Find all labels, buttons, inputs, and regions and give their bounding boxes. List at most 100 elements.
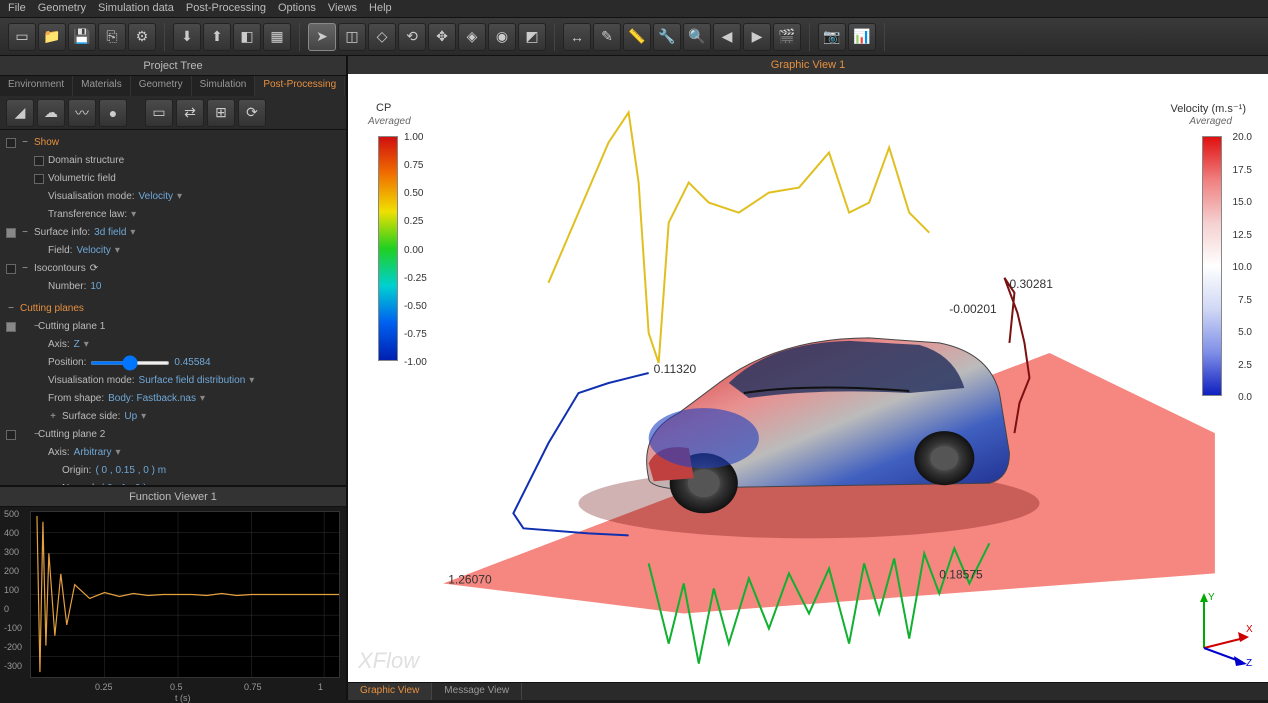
svg-text:Z: Z — [1246, 658, 1252, 668]
views-icon[interactable]: ▦ — [263, 23, 291, 51]
open-icon[interactable]: 📁 — [38, 23, 66, 51]
fv-plot[interactable] — [30, 511, 340, 678]
ann3: 0.11320 — [654, 362, 697, 376]
gv-header: Graphic View 1 — [348, 56, 1268, 74]
new-icon[interactable]: ▭ — [8, 23, 36, 51]
tool5-icon[interactable]: ▭ — [145, 99, 173, 127]
ann1: 0.30281 — [1009, 277, 1053, 291]
vismode2-val[interactable]: Surface field distribution — [139, 373, 246, 389]
menu-views[interactable]: Views — [328, 2, 357, 15]
cbl-tick: 1.00 — [404, 132, 423, 143]
tab-geometry[interactable]: Geometry — [131, 76, 192, 96]
rotate-icon[interactable]: ⟲ — [398, 23, 426, 51]
tab-simulation[interactable]: Simulation — [192, 76, 256, 96]
tree-cutplanes[interactable]: Cutting planes — [20, 301, 84, 317]
import-icon[interactable]: ⬇ — [173, 23, 201, 51]
refresh-icon[interactable]: ⟳ — [238, 99, 266, 127]
menu-geometry[interactable]: Geometry — [38, 2, 86, 15]
graphic-view-panel: Graphic View 1 — [348, 56, 1268, 700]
cbl-tick: -0.25 — [404, 273, 427, 284]
menubar: File Geometry Simulation data Post-Proce… — [0, 0, 1268, 18]
scene-svg: 0.30281 -0.00201 0.11320 0.18575 1.26070 — [348, 74, 1268, 682]
iso-icon[interactable]: ◈ — [458, 23, 486, 51]
ann2: -0.00201 — [949, 302, 997, 316]
axis-triad: Y X Z — [1184, 588, 1254, 668]
tool4-icon[interactable]: ● — [99, 99, 127, 127]
surfinfo-val[interactable]: 3d field — [94, 225, 126, 241]
cube-icon[interactable]: ◧ — [233, 23, 261, 51]
tab-environment[interactable]: Environment — [0, 76, 73, 96]
axis-val[interactable]: Z — [74, 337, 80, 353]
chart-icon[interactable]: 📊 — [848, 23, 876, 51]
cb-left-title: CP — [376, 102, 391, 114]
tree-isocontours[interactable]: Isocontours — [34, 261, 86, 277]
svg-text:Y: Y — [1208, 592, 1215, 603]
cbr-tick: 20.0 — [1233, 132, 1252, 143]
save-icon[interactable]: 💾 — [68, 23, 96, 51]
svg-text:X: X — [1246, 624, 1253, 635]
menu-help[interactable]: Help — [369, 2, 392, 15]
tree-cp2[interactable]: Cutting plane 2 — [38, 427, 105, 443]
cb-right-sub: Averaged — [1189, 116, 1232, 127]
move-icon[interactable]: ✥ — [428, 23, 456, 51]
menu-options[interactable]: Options — [278, 2, 316, 15]
measure-icon[interactable]: ↔ — [563, 23, 591, 51]
tree-cp1[interactable]: Cutting plane 1 — [38, 319, 105, 335]
tab-graphic-view[interactable]: Graphic View — [348, 683, 432, 700]
face-icon[interactable]: ◩ — [518, 23, 546, 51]
ann5: 1.26070 — [448, 572, 492, 586]
cbl-tick: -0.50 — [404, 301, 427, 312]
iso2-icon[interactable]: ◉ — [488, 23, 516, 51]
cbr-tick: 0.0 — [1238, 392, 1252, 403]
position-slider[interactable] — [90, 361, 170, 365]
tree-show[interactable]: Show — [34, 135, 59, 151]
ruler-icon[interactable]: 📏 — [623, 23, 651, 51]
vismode-val[interactable]: Velocity — [139, 189, 173, 205]
menu-simdata[interactable]: Simulation data — [98, 2, 174, 15]
zoom-icon[interactable]: 🔍 — [683, 23, 711, 51]
tool6-icon[interactable]: ⇄ — [176, 99, 204, 127]
menu-file[interactable]: File — [8, 2, 26, 15]
tool1-icon[interactable]: ◢ — [6, 99, 34, 127]
poly-icon[interactable]: ◇ — [368, 23, 396, 51]
cbl-tick: 0.50 — [404, 188, 423, 199]
tab-postproc[interactable]: Post-Processing — [255, 76, 345, 96]
wrench-icon[interactable]: 🔧 — [653, 23, 681, 51]
tool2-icon[interactable]: ☁ — [37, 99, 65, 127]
tree[interactable]: −Show Domain structure Volumetric field … — [0, 130, 346, 485]
ann4: 0.18575 — [939, 567, 983, 581]
saveall-icon[interactable]: ⎘ — [98, 23, 126, 51]
camera-icon[interactable]: 📷 — [818, 23, 846, 51]
cb-right-title: Velocity (m.s⁻¹) — [1171, 102, 1246, 115]
colorbar-right — [1202, 136, 1222, 396]
tool7-icon[interactable]: ⊞ — [207, 99, 235, 127]
tree-tabs: Environment Materials Geometry Simulatio… — [0, 76, 346, 96]
box-icon[interactable]: ◫ — [338, 23, 366, 51]
prev-icon[interactable]: ◀ — [713, 23, 741, 51]
export-icon[interactable]: ⬆ — [203, 23, 231, 51]
tree-volfield[interactable]: Volumetric field — [48, 171, 116, 187]
func-viewer-header: Function Viewer 1 — [0, 487, 346, 507]
tool3-icon[interactable]: 〰 — [68, 99, 96, 127]
pointer-icon[interactable]: ➤ — [308, 23, 336, 51]
tab-materials[interactable]: Materials — [73, 76, 131, 96]
tab-message-view[interactable]: Message View — [432, 683, 522, 700]
next-icon[interactable]: ▶ — [743, 23, 771, 51]
cbl-tick: -0.75 — [404, 329, 427, 340]
colorbar-left — [378, 136, 398, 361]
tree-domain[interactable]: Domain structure — [48, 153, 124, 169]
menu-postproc[interactable]: Post-Processing — [186, 2, 266, 15]
cbr-tick: 7.5 — [1238, 295, 1252, 306]
movie-icon[interactable]: 🎬 — [773, 23, 801, 51]
project-tree-header: Project Tree — [0, 56, 346, 76]
left-panel: Project Tree Environment Materials Geome… — [0, 56, 348, 700]
gv-canvas[interactable]: 0.30281 -0.00201 0.11320 0.18575 1.26070… — [348, 74, 1268, 682]
main-toolbar: ▭ 📁 💾 ⎘ ⚙ ⬇ ⬆ ◧ ▦ ➤ ◫ ◇ ⟲ ✥ ◈ ◉ ◩ ↔ ✎ 📏 … — [0, 18, 1268, 56]
tree-toolbar: ◢ ☁ 〰 ● ▭ ⇄ ⊞ ⟳ — [0, 96, 346, 130]
field-val[interactable]: Velocity — [76, 243, 110, 259]
cbl-tick: -1.00 — [404, 357, 427, 368]
cbr-tick: 5.0 — [1238, 327, 1252, 338]
settings-icon[interactable]: ⚙ — [128, 23, 156, 51]
probe-icon[interactable]: ✎ — [593, 23, 621, 51]
watermark: XFlow — [358, 648, 419, 674]
